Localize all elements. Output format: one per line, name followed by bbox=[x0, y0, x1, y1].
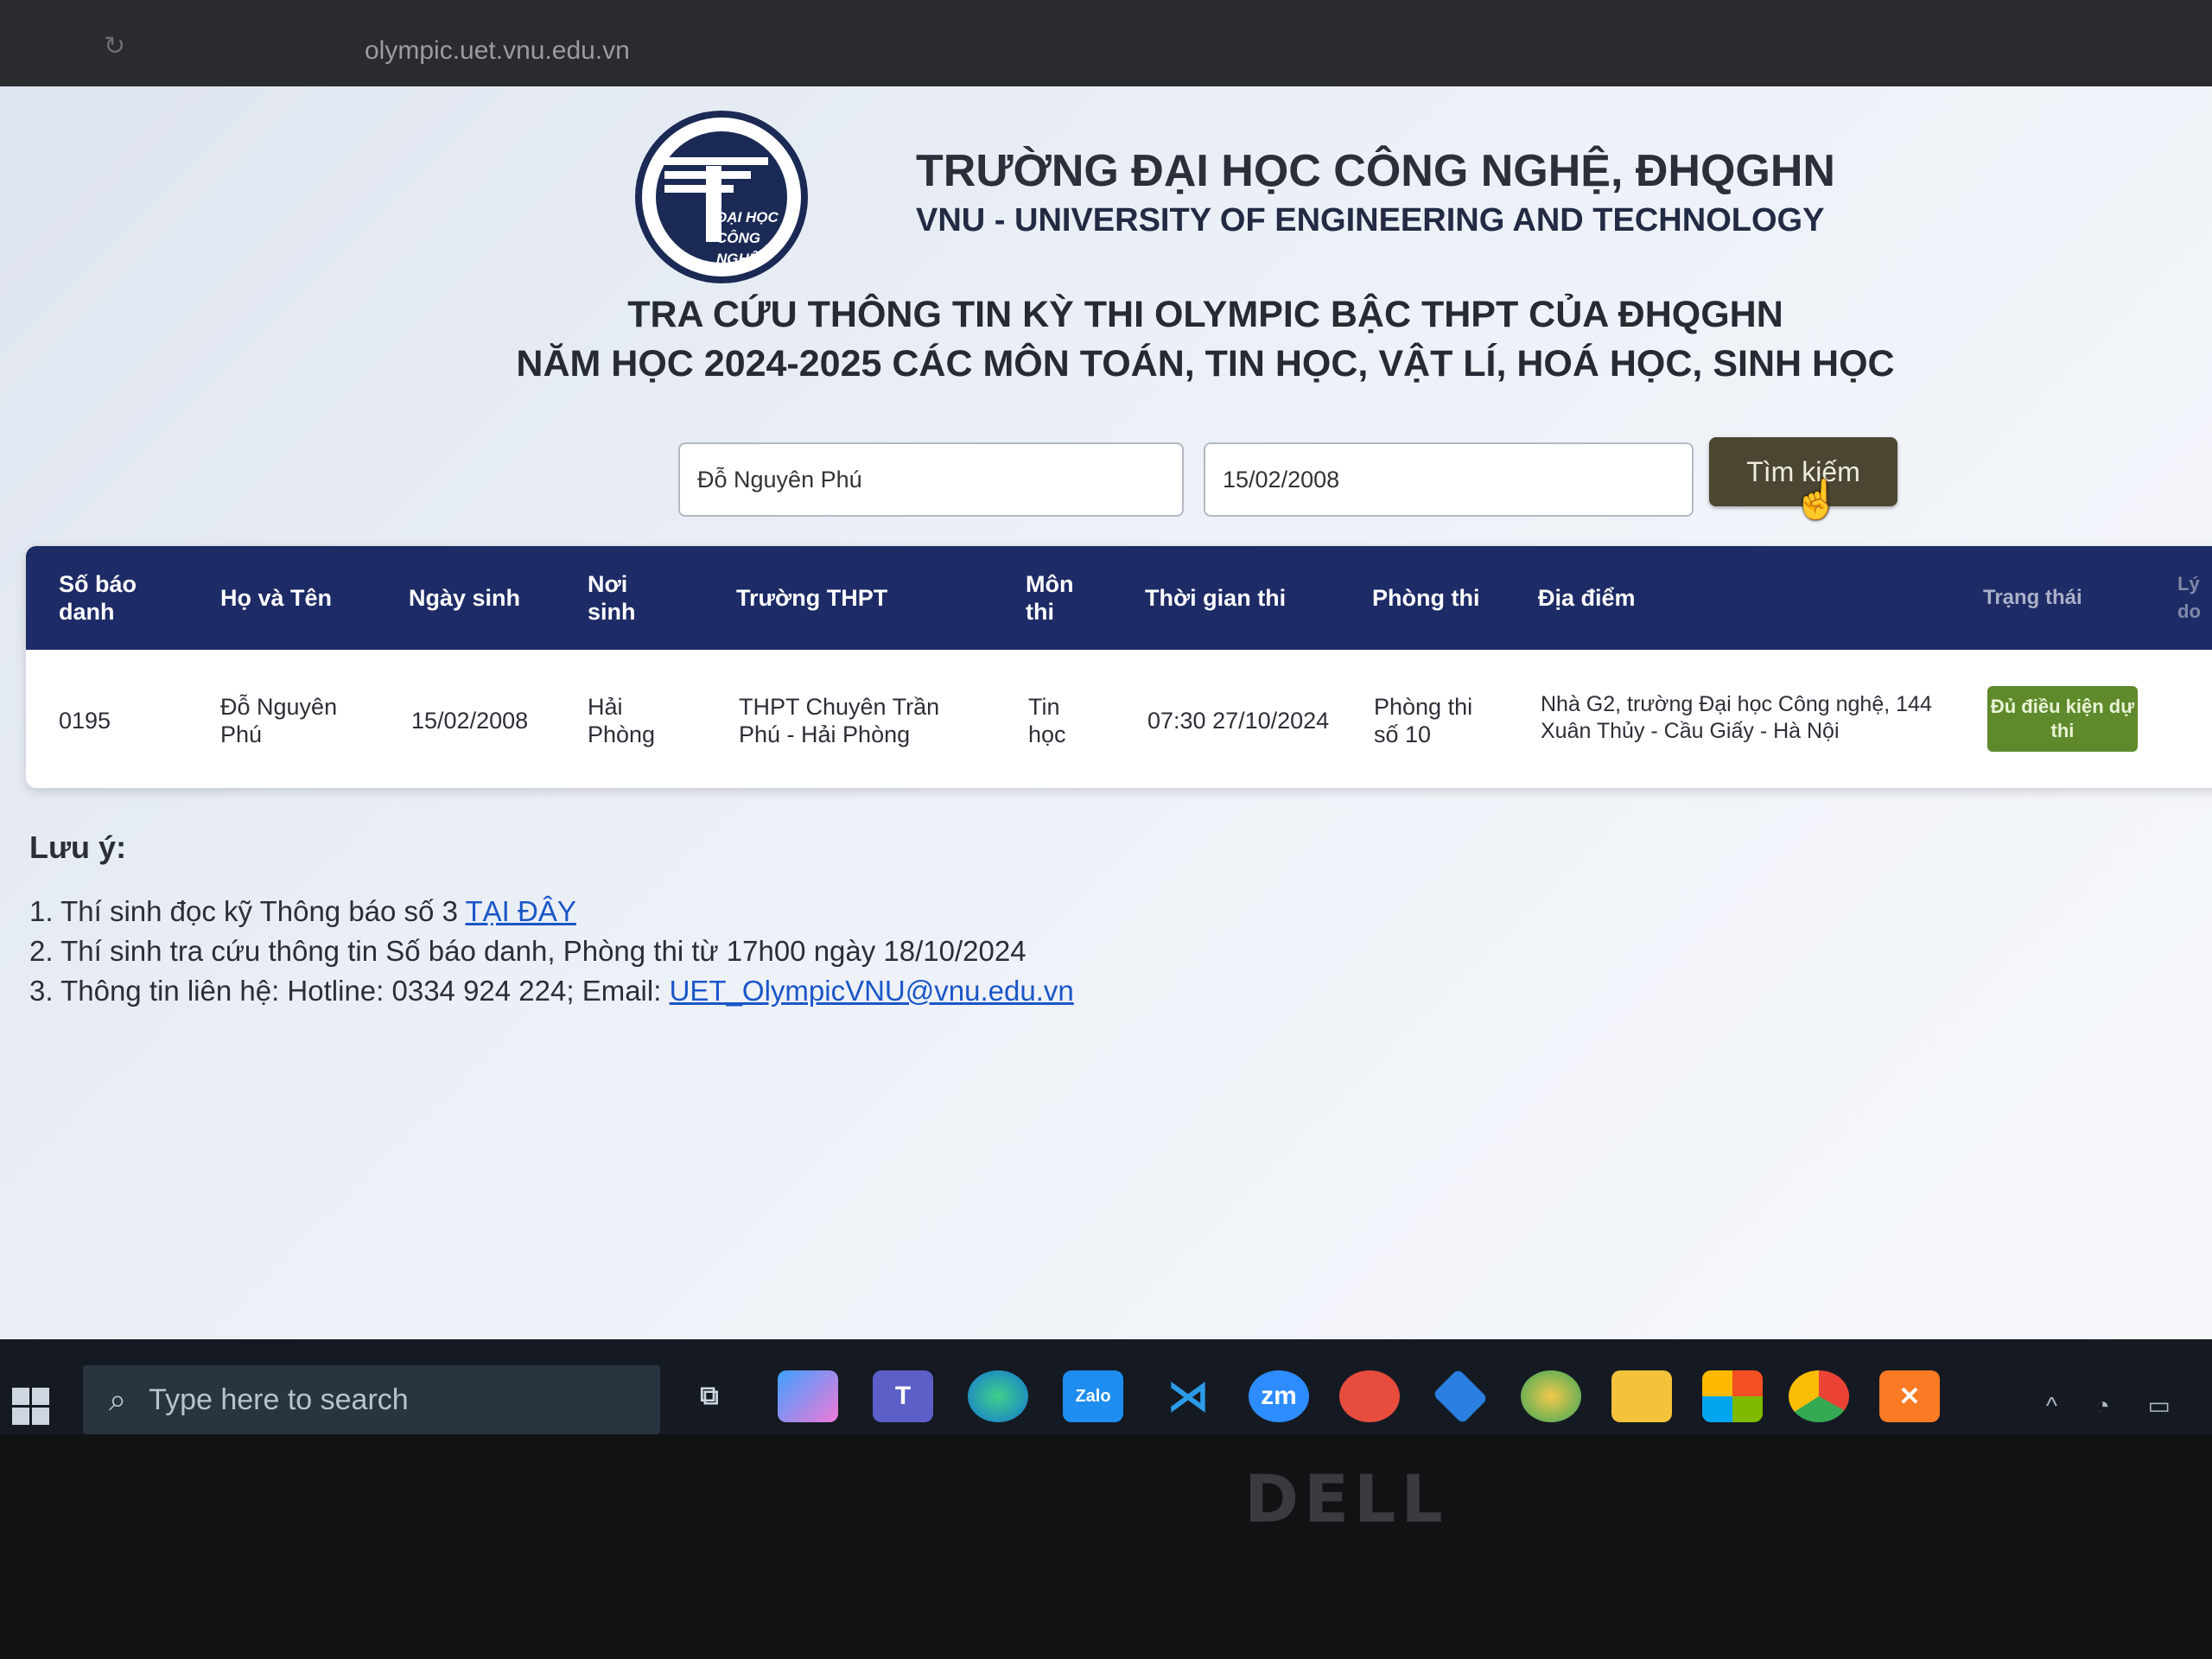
notes-section: Lưu ý: 1. Thí sinh đọc kỹ Thông báo số 3… bbox=[29, 830, 1074, 1011]
note-1: 1. Thí sinh đọc kỹ Thông báo số 3 TẠI ĐÂ… bbox=[29, 895, 576, 927]
zalo-icon[interactable]: Zalo bbox=[1063, 1370, 1123, 1422]
app-icon[interactable] bbox=[1432, 1368, 1489, 1425]
name-input[interactable]: Đỗ Nguyên Phú bbox=[678, 442, 1184, 517]
results-table: Số báo danh Họ và Tên Ngày sinh Nơi sinh… bbox=[26, 546, 2212, 788]
cell-school: THPT Chuyên Trần Phú - Hải Phòng bbox=[739, 694, 940, 747]
cell-name: Đỗ Nguyên Phú bbox=[220, 694, 338, 747]
header-room: Phòng thi bbox=[1372, 585, 1480, 611]
address-bar[interactable]: olympic.uet.vnu.edu.vn bbox=[365, 36, 630, 66]
chrome-icon[interactable] bbox=[1789, 1370, 1849, 1422]
cell-time: 07:30 27/10/2024 bbox=[1147, 708, 1330, 734]
header-location: Địa điểm bbox=[1538, 585, 1636, 611]
page-title-line1: TRA CỨU THÔNG TIN KỲ THI OLYMPIC BẬC THP… bbox=[627, 294, 1783, 335]
note-2: 2. Thí sinh tra cứu thông tin Số báo dan… bbox=[29, 935, 1027, 967]
header-time: Thời gian thi bbox=[1145, 585, 1287, 611]
email-link[interactable]: UET_OlympicVNU@vnu.edu.vn bbox=[670, 975, 1074, 1007]
search-form: Đỗ Nguyên Phú 15/02/2008 Tìm kiếm ☝ bbox=[678, 437, 1897, 521]
hand-cursor-icon: ☝ bbox=[1793, 479, 1840, 521]
status-badge: Đủ điều kiện dự thi bbox=[1987, 686, 2138, 752]
header-status: Trạng thái bbox=[1983, 586, 2082, 609]
taskbar-search-input[interactable]: ⌕ Type here to search bbox=[83, 1365, 660, 1434]
header-reason: Lý do bbox=[2177, 573, 2201, 622]
copilot-icon[interactable] bbox=[778, 1370, 838, 1422]
notice-link[interactable]: TẠI ĐÂY bbox=[466, 895, 576, 927]
search-icon: ⌕ bbox=[109, 1381, 127, 1417]
store-icon[interactable] bbox=[1702, 1370, 1763, 1422]
cell-subject: Tin học bbox=[1028, 694, 1066, 747]
browser-toolbar: ↻ olympic.uet.vnu.edu.vn bbox=[0, 0, 2212, 86]
header-dob: Ngày sinh bbox=[409, 585, 521, 611]
laptop-bezel bbox=[0, 1434, 2212, 1659]
vscode-icon[interactable]: ⋊ bbox=[1158, 1370, 1218, 1422]
dob-input[interactable]: 15/02/2008 bbox=[1204, 442, 1694, 517]
edge-icon[interactable] bbox=[968, 1370, 1028, 1422]
dell-logo: DELL bbox=[1244, 1460, 1448, 1537]
university-logo: ĐẠI HỌC CÔNG NGHỆ bbox=[635, 111, 808, 283]
cell-sbd: 0195 bbox=[59, 708, 111, 734]
header-subject: Môn thi bbox=[1026, 571, 1074, 625]
site-header: ĐẠI HỌC CÔNG NGHỆ TRƯỜNG ĐẠI HỌC CÔNG NGH… bbox=[635, 111, 1845, 283]
zoom-icon[interactable]: zm bbox=[1249, 1370, 1309, 1422]
table-header: Số báo danh Họ và Tên Ngày sinh Nơi sinh… bbox=[26, 546, 2212, 650]
notes-heading: Lưu ý: bbox=[29, 830, 127, 865]
university-name-vn: TRƯỜNG ĐẠI HỌC CÔNG NGHỆ, ĐHQGHN bbox=[916, 146, 1835, 196]
web-page: ĐẠI HỌC CÔNG NGHỆ TRƯỜNG ĐẠI HỌC CÔNG NGH… bbox=[0, 86, 2212, 1339]
cell-location: Nhà G2, trường Đại học Công nghệ, 144 Xu… bbox=[1541, 692, 1932, 743]
cell-dob: 15/02/2008 bbox=[411, 708, 529, 734]
cell-birthplace: Hải Phòng bbox=[588, 694, 656, 747]
header-birthplace: Nơi sinh bbox=[588, 571, 636, 625]
system-tray[interactable]: ^ ◔ ▭ bbox=[2046, 1391, 2186, 1420]
header-school: Trường THPT bbox=[736, 585, 888, 611]
task-view-icon[interactable]: ⧉ bbox=[679, 1370, 740, 1422]
recorder-icon[interactable] bbox=[1339, 1370, 1400, 1422]
header-name: Họ và Tên bbox=[220, 585, 333, 611]
page-title-line2: NĂM HỌC 2024-2025 CÁC MÔN TOÁN, TIN HỌC,… bbox=[516, 343, 1895, 385]
chrome-canary-icon[interactable] bbox=[1521, 1370, 1581, 1422]
university-name-en: VNU - UNIVERSITY OF ENGINEERING AND TECH… bbox=[916, 202, 1825, 238]
windows-taskbar: ⌕ Type here to search ⧉ T Zalo ⋊ zm ✕ ^ … bbox=[0, 1339, 2212, 1434]
header-sbd: Số báo danh bbox=[59, 571, 137, 625]
windows-start-icon[interactable] bbox=[12, 1388, 52, 1427]
xampp-icon[interactable]: ✕ bbox=[1879, 1370, 1940, 1422]
note-3: 3. Thông tin liên hệ: Hotline: 0334 924 … bbox=[29, 975, 1074, 1007]
teams-icon[interactable]: T bbox=[873, 1370, 933, 1422]
file-explorer-icon[interactable] bbox=[1611, 1370, 1672, 1422]
cell-room: Phòng thi số 10 bbox=[1374, 694, 1473, 747]
reload-icon[interactable]: ↻ bbox=[104, 31, 160, 61]
